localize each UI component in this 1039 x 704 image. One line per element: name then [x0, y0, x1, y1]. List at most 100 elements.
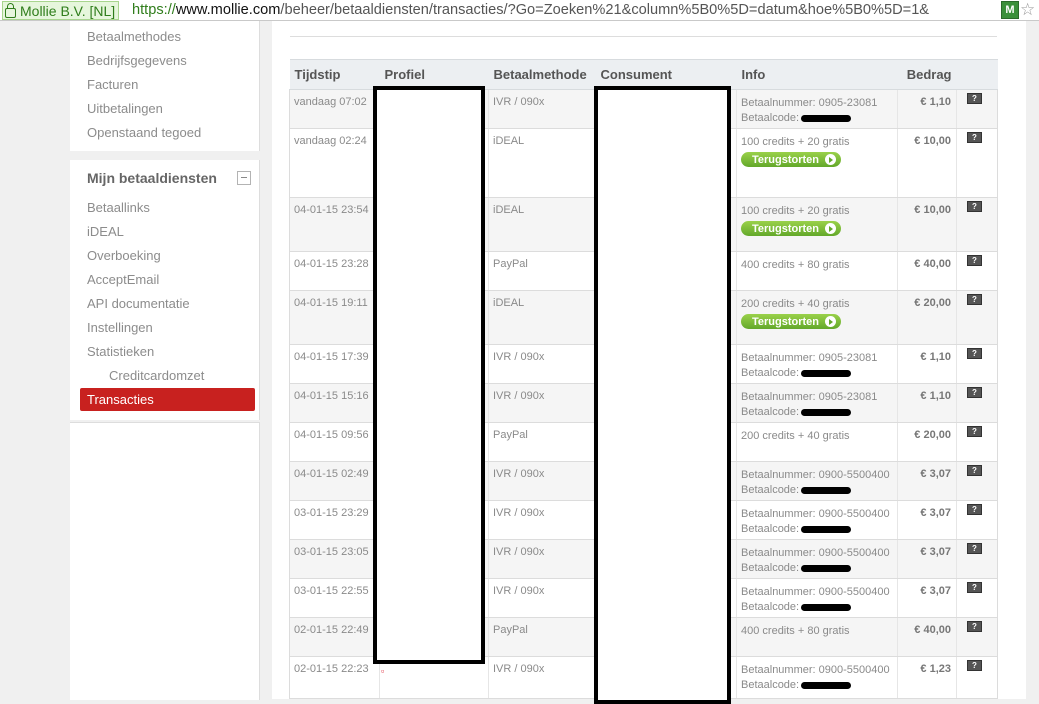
cell-method: IVR / 090x [488, 461, 596, 501]
cell-method: IVR / 090x [488, 89, 596, 129]
cell-actions: ? [956, 578, 998, 618]
cell-time: 04-01-15 23:54 [289, 197, 380, 252]
info-payment-code: Betaalcode: [741, 366, 897, 381]
refund-button[interactable]: Terugstorten [741, 314, 842, 329]
cell-method: iDEAL [488, 197, 596, 252]
info-line: 100 credits + 20 gratis [741, 205, 850, 217]
cell-time: 04-01-15 19:11 [289, 290, 380, 345]
cell-method: PayPal [488, 251, 596, 291]
info-line: Betaalnummer: 0900-5500400 [741, 547, 890, 559]
details-help-icon[interactable]: ? [967, 504, 982, 515]
cell-info: 200 credits + 40 gratis Terugstorten [736, 290, 898, 345]
details-help-icon[interactable]: ? [967, 543, 982, 554]
cell-amount: € 40,00 [897, 251, 957, 291]
details-help-icon[interactable]: ? [967, 465, 982, 476]
col-header-profile[interactable]: Profiel [379, 59, 489, 90]
col-header-consumer[interactable]: Consument [595, 59, 737, 90]
sidebar-item-transacties[interactable]: Transacties [80, 388, 255, 411]
details-help-icon[interactable]: ? [967, 201, 982, 212]
details-help-icon[interactable]: ? [967, 660, 982, 671]
cell-actions: ? [956, 500, 998, 540]
ev-certificate-badge[interactable]: Mollie B.V. [NL] [2, 1, 120, 20]
cell-actions: ? [956, 617, 998, 657]
sidebar-item-uitbetalingen[interactable]: Uitbetalingen [87, 101, 163, 116]
cell-amount: € 20,00 [897, 290, 957, 345]
cell-method: IVR / 090x [488, 539, 596, 579]
cell-info: 200 credits + 40 gratis [736, 422, 898, 462]
info-line: Betaalnummer: 0900-5500400 [741, 508, 890, 520]
cell-time: 04-01-15 23:28 [289, 251, 380, 291]
cell-info: 400 credits + 80 gratis [736, 251, 898, 291]
sidebar-subitem-creditcardomzet[interactable]: Creditcardomzet [109, 368, 204, 383]
sidebar-item-facturen[interactable]: Facturen [87, 77, 138, 92]
info-line: 200 credits + 40 gratis [741, 430, 850, 442]
cell-amount: € 3,07 [897, 539, 957, 579]
cell-time: 02-01-15 22:49 [289, 617, 380, 657]
details-help-icon[interactable]: ? [967, 582, 982, 593]
sidebar-item-betaallinks[interactable]: Betaallinks [87, 200, 150, 215]
redacted-code [801, 681, 852, 689]
refund-button[interactable]: Terugstorten [741, 152, 842, 167]
ev-label: Mollie B.V. [NL] [20, 2, 116, 19]
address-bar[interactable]: Mollie B.V. [NL] https://www.mollie.com/… [0, 0, 1039, 21]
sidebar-item-acceptemail[interactable]: AcceptEmail [87, 272, 159, 287]
divider [290, 36, 997, 37]
cell-amount: € 3,07 [897, 500, 957, 540]
cell-info: Betaalnummer: 0900-5500400 Betaalcode: [736, 578, 898, 618]
cell-amount: € 3,07 [897, 578, 957, 618]
sidebar-item-ideal[interactable]: iDEAL [87, 224, 124, 239]
cell-time: 04-01-15 02:49 [289, 461, 380, 501]
sidebar-item-openstaand-tegoed[interactable]: Openstaand tegoed [87, 125, 201, 140]
details-help-icon[interactable]: ? [967, 132, 982, 143]
info-line: Betaalnummer: 0900-5500400 [741, 586, 890, 598]
details-help-icon[interactable]: ? [967, 621, 982, 632]
cell-info: 100 credits + 20 gratis Terugstorten [736, 197, 898, 252]
cell-actions: ? [956, 89, 998, 129]
status-marker: ▫ [381, 666, 385, 676]
cell-amount: € 10,00 [897, 197, 957, 252]
cell-method: IVR / 090x [488, 344, 596, 384]
cell-method: iDEAL [488, 290, 596, 345]
refund-button-label: Terugstorten [752, 222, 820, 235]
col-header-time[interactable]: Tijdstip [289, 59, 380, 90]
sidebar-item-overboeking[interactable]: Overboeking [87, 248, 161, 263]
details-help-icon[interactable]: ? [967, 93, 982, 104]
info-line: Betaalnummer: 0900-5500400 [741, 664, 890, 676]
extension-icon[interactable]: M [1001, 1, 1019, 19]
redacted-code [801, 486, 852, 494]
redacted-code [801, 525, 852, 533]
cell-actions: ? [956, 383, 998, 423]
redaction-box-profile [373, 86, 485, 664]
sidebar-item-instellingen[interactable]: Instellingen [87, 320, 153, 335]
sidebar-item-api-documentatie[interactable]: API documentatie [87, 296, 190, 311]
details-help-icon[interactable]: ? [967, 255, 982, 266]
cell-time: vandaag 02:24 [289, 128, 380, 198]
details-help-icon[interactable]: ? [967, 348, 982, 359]
details-help-icon[interactable]: ? [967, 426, 982, 437]
info-line: 200 credits + 40 gratis [741, 298, 850, 310]
sidebar-empty-panel [70, 422, 260, 700]
cell-method: IVR / 090x [488, 383, 596, 423]
details-help-icon[interactable]: ? [967, 294, 982, 305]
cell-time: vandaag 07:02 [289, 89, 380, 129]
collapse-section-icon[interactable] [237, 171, 251, 185]
col-header-method[interactable]: Betaalmethode [488, 59, 596, 90]
url-text[interactable]: https://www.mollie.com/beheer/betaaldien… [132, 1, 998, 19]
redacted-code [801, 369, 852, 377]
details-help-icon[interactable]: ? [967, 387, 982, 398]
cell-amount: € 20,00 [897, 422, 957, 462]
bookmark-star-icon[interactable]: ☆ [1020, 0, 1035, 19]
info-payment-code-label: Betaalcode: [741, 406, 800, 418]
info-line: Betaalnummer: 0905-23081 [741, 97, 878, 109]
cell-info: 400 credits + 80 gratis [736, 617, 898, 657]
col-header-info[interactable]: Info [736, 59, 898, 90]
cell-actions: ? [956, 539, 998, 579]
cell-method: IVR / 090x [488, 656, 596, 699]
col-header-amount[interactable]: Bedrag [897, 59, 957, 90]
sidebar-item-betaalmethodes[interactable]: Betaalmethodes [87, 29, 181, 44]
cell-amount: € 1,23 [897, 656, 957, 699]
sidebar-item-bedrijfsgegevens[interactable]: Bedrijfsgegevens [87, 53, 187, 68]
info-payment-code-label: Betaalcode: [741, 484, 800, 496]
refund-button[interactable]: Terugstorten [741, 221, 842, 236]
sidebar-item-statistieken[interactable]: Statistieken [87, 344, 154, 359]
